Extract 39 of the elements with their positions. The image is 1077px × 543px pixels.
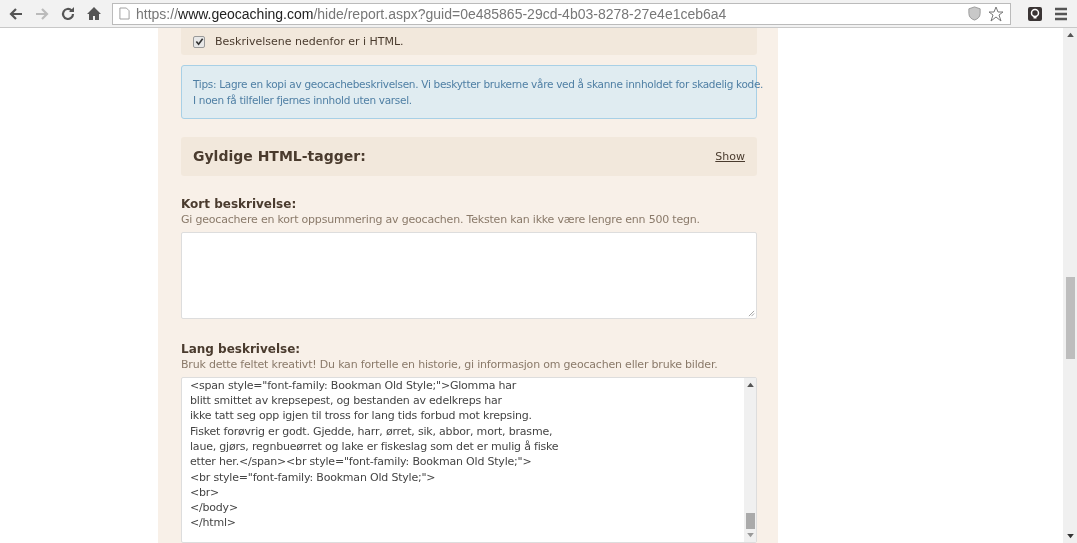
scroll-down-icon[interactable] bbox=[1066, 534, 1074, 539]
code-line: etter her.</span><br style="font-family: Bookman Old Style;"> bbox=[190, 454, 533, 470]
url-text: https://www.geocaching.com/hide/report.aspx?guid=0e485865-29cd-4b03-8278-27e4e1ceb6a4 bbox=[136, 5, 728, 22]
long-description-field[interactable] bbox=[181, 376, 757, 543]
scroll-up-icon[interactable] bbox=[746, 381, 754, 387]
page-scrollbar[interactable] bbox=[1063, 28, 1077, 543]
address-bar[interactable]: https://www.geocaching.com/hide/report.aspx?guid=0e485865-29cd-4b03-8278-27e4e1ceb6a4 bbox=[112, 2, 1011, 25]
reload-icon[interactable] bbox=[60, 5, 76, 22]
field-label: Kort beskrivelse: bbox=[181, 196, 298, 211]
home-icon[interactable] bbox=[86, 5, 102, 22]
code-line: <br> bbox=[190, 484, 221, 501]
short-description-field[interactable] bbox=[181, 231, 757, 319]
show-link[interactable]: Show bbox=[715, 149, 745, 163]
tip-text: Tips: Lagre en kopi av geocachebeskrivelsen. Vi beskytter brukerne våre ved å skanne innholdet for skadelig kode. bbox=[193, 77, 764, 93]
back-icon[interactable] bbox=[8, 5, 24, 22]
section-title: Gyldige HTML-tagger: bbox=[193, 148, 366, 165]
scroll-thumb[interactable] bbox=[745, 513, 755, 529]
field-label: Lang beskrivelse: bbox=[181, 341, 302, 356]
field-hint: Bruk dette feltet kreativt! Du kan fortelle en historie, gi informasjon om geocachen eller bruke bilder. bbox=[181, 357, 719, 371]
scroll-thumb[interactable] bbox=[1065, 277, 1075, 359]
scroll-up-icon[interactable] bbox=[1066, 32, 1074, 37]
star-icon[interactable] bbox=[988, 5, 1004, 22]
code-line: </body> bbox=[190, 500, 239, 516]
tip-text: I noen få tilfeller fjernes innhold uten varsel. bbox=[193, 93, 412, 109]
extension-icon[interactable] bbox=[1027, 5, 1043, 22]
code-line: <span style="font-family: Bookman Old Style;">Glomma har bbox=[190, 377, 518, 394]
code-line: laue, gjørs, regnbueørret og lake er fiskeslag som det er mulig å fiske bbox=[190, 438, 560, 455]
menu-icon[interactable] bbox=[1053, 5, 1069, 22]
html-checkbox[interactable] bbox=[193, 35, 205, 48]
code-line: blitt smittet av krepsepest, og bestanden av edelkreps har bbox=[190, 393, 503, 409]
scrollbar[interactable] bbox=[744, 377, 756, 542]
code-line: </html> bbox=[190, 515, 237, 531]
checkbox-label: Beskrivelsene nedenfor er i HTML. bbox=[215, 35, 404, 49]
page-icon bbox=[119, 7, 130, 20]
code-line: <br style="font-family: Bookman Old Style;"> bbox=[190, 469, 437, 485]
field-hint: Gi geocachere en kort oppsummering av geocachen. Teksten kan ikke være lengre enn 500 tegn. bbox=[181, 212, 701, 226]
code-line: Fisket forøvrig er godt. Gjedde, harr, ørret, sik, abbor, mort, brasme, bbox=[190, 423, 554, 439]
code-line: ikke tatt seg opp igjen til tross for lang tids forbud mot krepsing. bbox=[190, 408, 533, 424]
resize-grip-icon bbox=[748, 309, 755, 317]
